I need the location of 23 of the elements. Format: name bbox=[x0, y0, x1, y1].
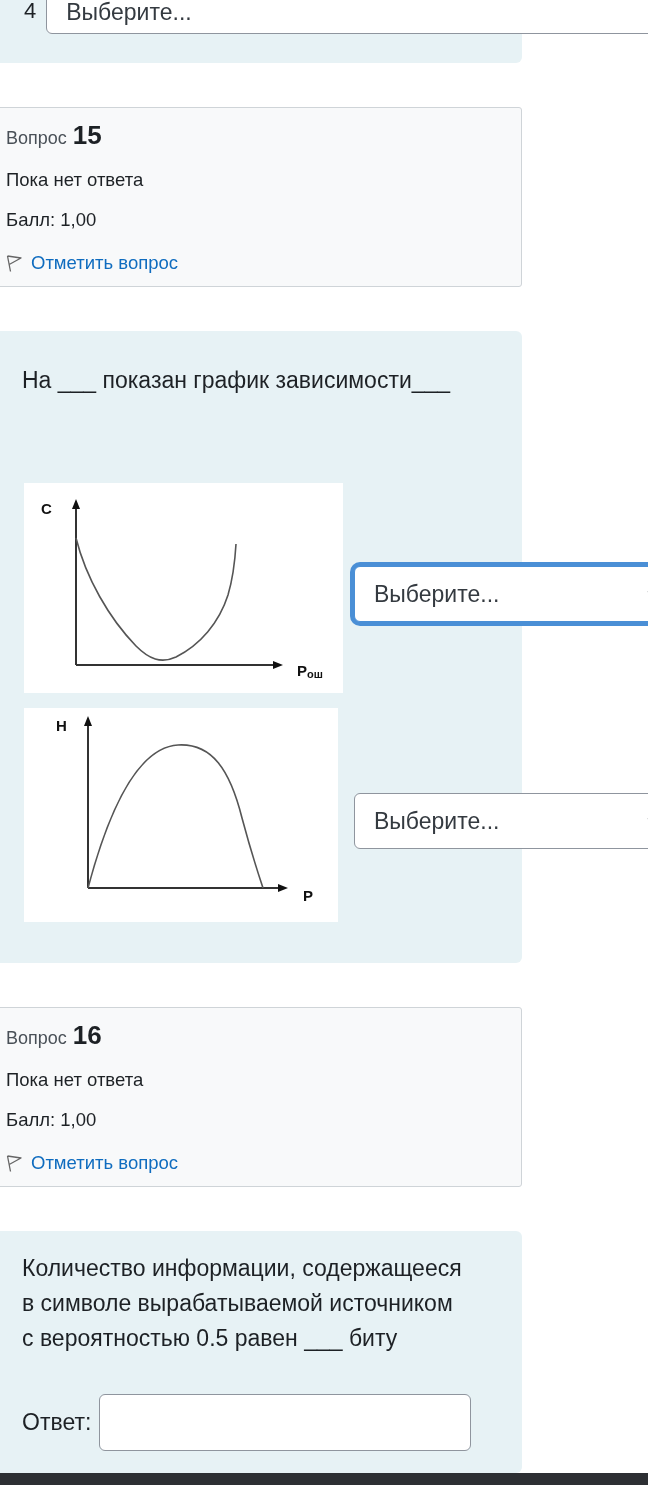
question-text: На ___ показан график зависимости___ bbox=[22, 366, 452, 395]
question-label: Вопрос bbox=[6, 127, 67, 150]
flag-icon bbox=[6, 1154, 22, 1172]
axis-label: P bbox=[303, 888, 313, 904]
question-label: Вопрос bbox=[6, 1027, 67, 1050]
answer-status: Пока нет ответа bbox=[6, 1068, 145, 1092]
answer-field[interactable] bbox=[99, 1394, 472, 1451]
row-number: 4 bbox=[24, 0, 37, 22]
answer-label: Ответ: bbox=[22, 1408, 92, 1438]
grade-text: Балл: 1,00 bbox=[6, 208, 98, 232]
question-number: 15 bbox=[72, 119, 102, 152]
question-text: Количество информации, содержащееся в символе вырабатываемой источником с вероятностью 0.5 равен ___ биту bbox=[22, 1254, 463, 1353]
dropdown-select[interactable]: Выберите... bbox=[46, 0, 648, 34]
dropdown-select[interactable]: Выберите... bbox=[354, 793, 648, 849]
answer-status: Пока нет ответа bbox=[6, 168, 145, 192]
grade-text: Балл: 1,00 bbox=[6, 1108, 98, 1132]
question-number: 16 bbox=[72, 1019, 102, 1052]
axis-label: P$_{ош}$ bbox=[297, 663, 323, 679]
axis-label: C bbox=[41, 501, 52, 517]
flag-icon bbox=[6, 254, 22, 272]
flag-question-link[interactable]: Отметить вопрос bbox=[31, 1151, 179, 1175]
flag-question-link[interactable]: Отметить вопрос bbox=[31, 251, 179, 275]
axis-label: H bbox=[56, 718, 67, 734]
